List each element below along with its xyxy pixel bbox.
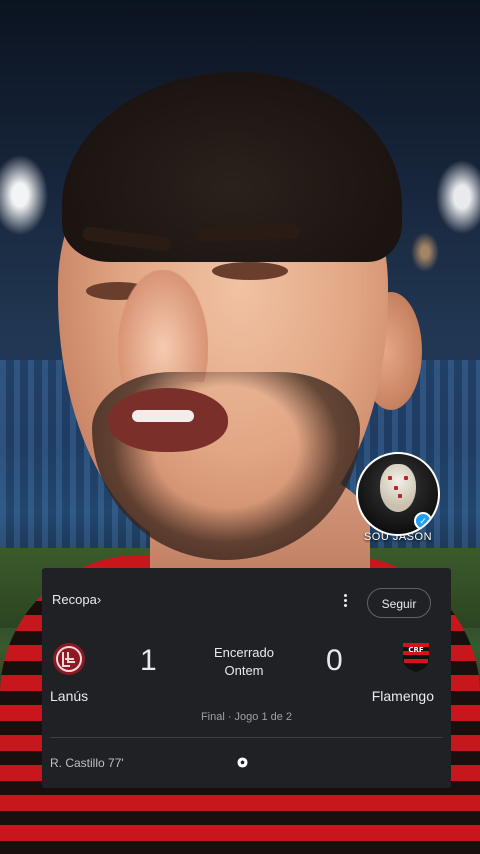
soccer-ball-icon (237, 757, 248, 768)
competition-link[interactable]: Recopa› (52, 592, 101, 607)
home-score: 1 (140, 644, 157, 677)
match-status: Encerrado Ontem (200, 644, 288, 680)
match-score-card: Recopa› Seguir 1 Encerrado Ontem 0 CRF L… (42, 568, 451, 788)
flamengo-crest-icon[interactable]: CRF (399, 640, 433, 674)
card-divider (50, 737, 443, 738)
channel-avatar[interactable]: ✓ SOU JASON (356, 452, 440, 560)
verified-icon: ✓ (414, 512, 432, 530)
avatar-image[interactable]: ✓ (356, 452, 440, 536)
home-team-name[interactable]: Lanús (50, 688, 88, 704)
status-line-2: Ontem (224, 663, 264, 678)
hockey-mask-icon (380, 464, 416, 512)
svg-text:CRF: CRF (408, 646, 424, 654)
more-vert-icon[interactable] (342, 594, 348, 610)
goal-scorer: R. Castillo 77' (50, 756, 124, 770)
player-nose (118, 270, 208, 382)
away-score: 0 (326, 644, 343, 677)
away-team-name[interactable]: Flamengo (372, 688, 434, 704)
status-line-1: Encerrado (214, 645, 274, 660)
player-teeth (132, 410, 194, 422)
match-round: Final · Jogo 1 de 2 (200, 711, 293, 723)
right-eye (212, 262, 288, 280)
competition-name: Recopa (52, 592, 97, 607)
lanus-crest-icon[interactable] (52, 642, 86, 676)
chevron-right-icon: › (96, 592, 102, 607)
follow-button[interactable]: Seguir (367, 588, 431, 618)
